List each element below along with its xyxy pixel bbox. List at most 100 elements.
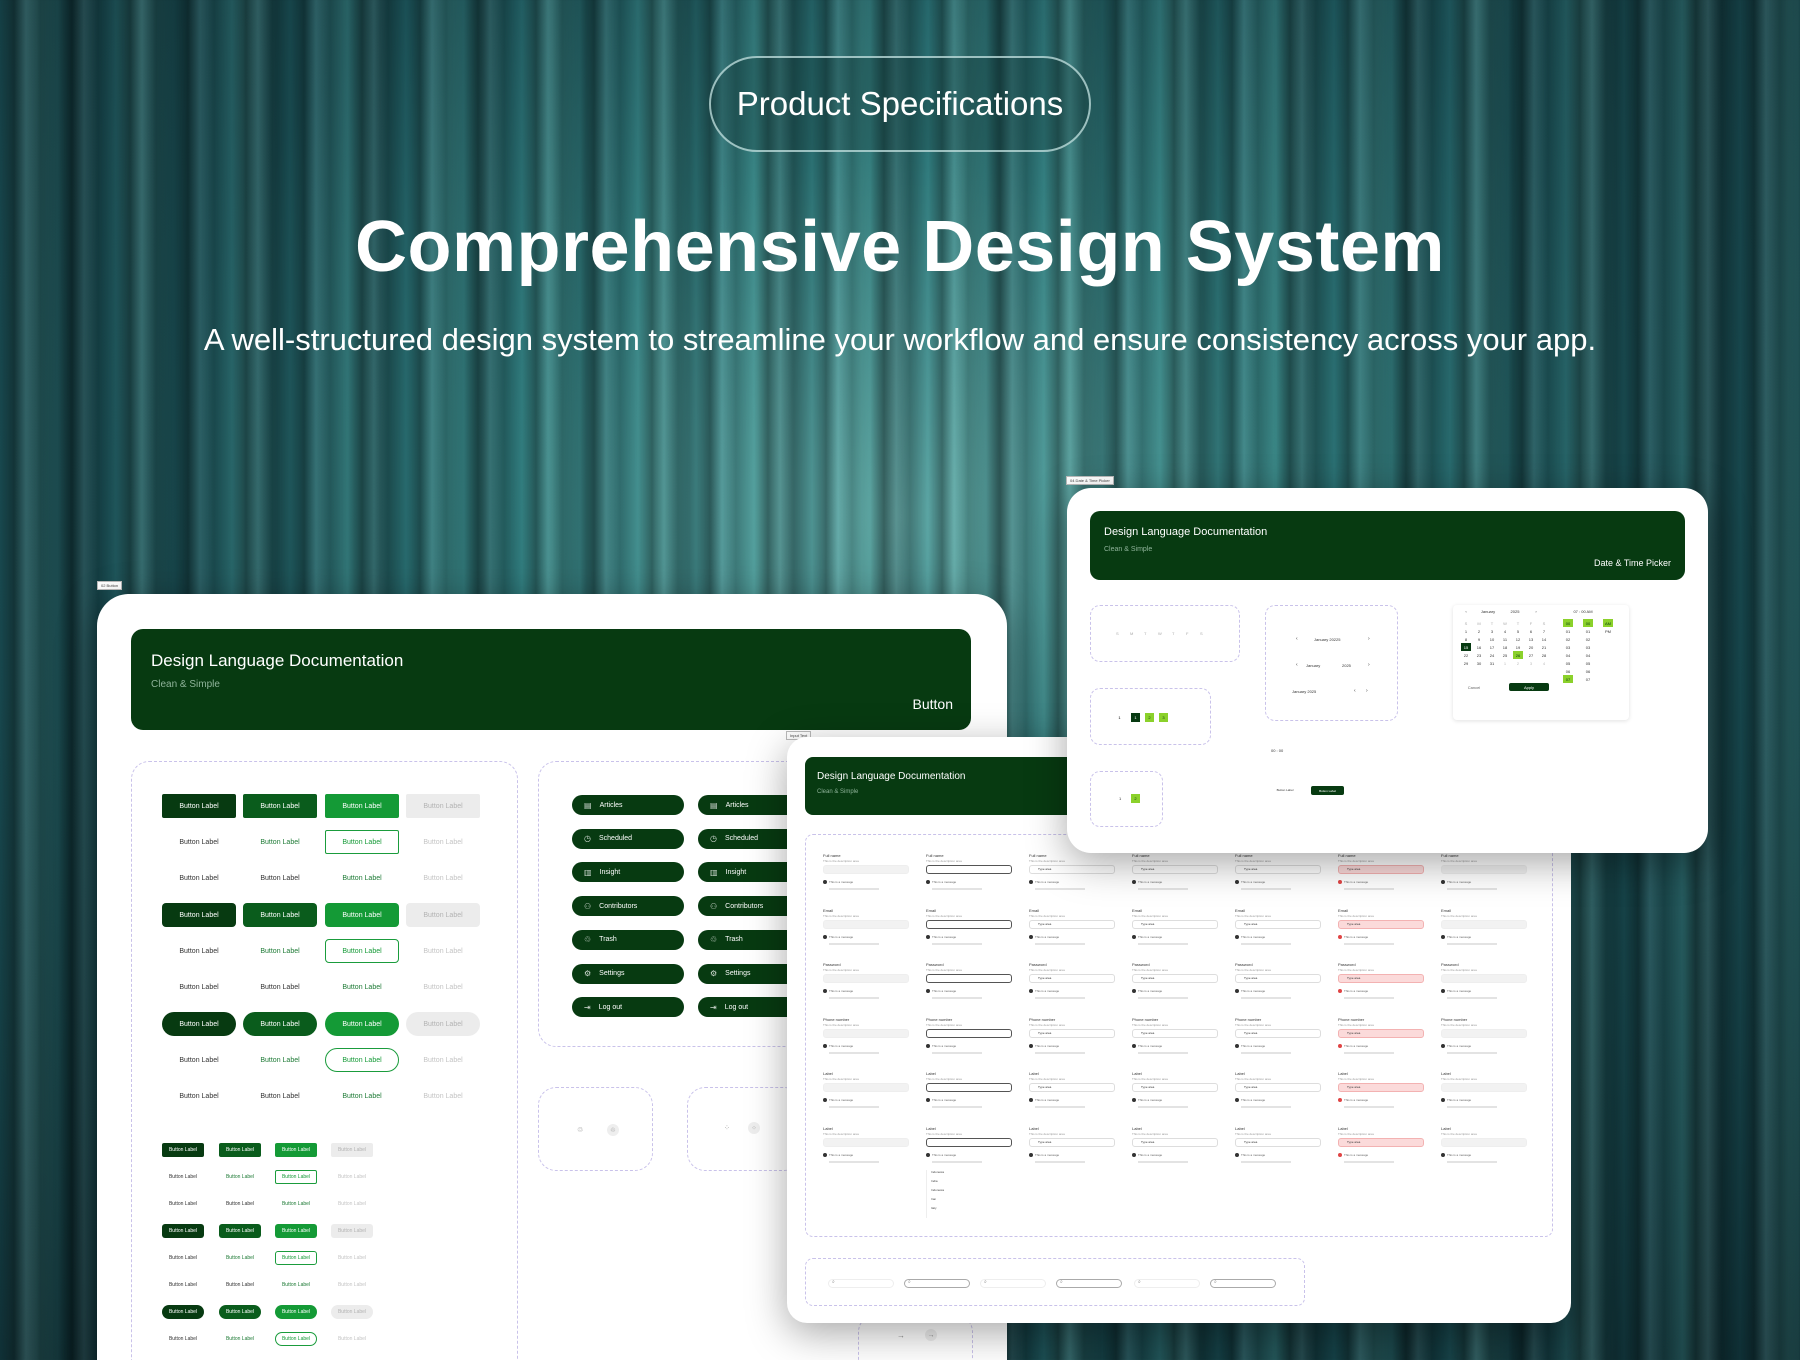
pager-item[interactable]: 1 xyxy=(1115,713,1124,722)
text-input[interactable] xyxy=(926,1137,1012,1147)
cancel-button[interactable]: Cancel xyxy=(1461,683,1487,691)
day-cell[interactable]: 31 xyxy=(1487,659,1497,667)
day-cell[interactable]: 27 xyxy=(1526,651,1536,659)
button-ghost-1-3[interactable]: Button Label xyxy=(406,975,480,999)
minute-cell[interactable]: 00 xyxy=(1583,619,1593,627)
pager-small-1[interactable]: 1 xyxy=(1119,796,1121,801)
day-cell[interactable]: 1 xyxy=(1500,659,1510,667)
text-input[interactable] xyxy=(823,1137,909,1147)
day-cell[interactable]: 13 xyxy=(1526,635,1536,643)
button-small-ghost-0-1[interactable]: Button Label xyxy=(219,1197,261,1211)
button-solid-0-3[interactable]: Button Label xyxy=(406,794,480,818)
button-ghost-2-2[interactable]: Button Label xyxy=(325,1084,399,1108)
button-solid-1-0[interactable]: Button Label xyxy=(162,903,236,927)
prev-month-icon[interactable]: ‹ xyxy=(1461,607,1471,615)
month-select[interactable]: January xyxy=(1306,663,1320,668)
day-cell[interactable]: 17 xyxy=(1487,643,1497,651)
prev-icon-c[interactable]: ‹ xyxy=(1354,688,1356,694)
text-input[interactable]: Type area xyxy=(1338,974,1424,983)
dropdown-option[interactable]: Italy xyxy=(931,1206,937,1210)
text-input[interactable]: Type area xyxy=(1338,919,1424,929)
button-solid-2-1[interactable]: Button Label xyxy=(243,1012,317,1036)
nav-button-settings-0[interactable]: ⚙ Settings xyxy=(572,963,684,984)
dropdown-option[interactable]: Indonesia xyxy=(931,1170,944,1174)
text-input[interactable] xyxy=(823,1083,909,1092)
button-ghost-1-1[interactable]: Button Label xyxy=(243,975,317,999)
day-cell[interactable]: 5 xyxy=(1513,627,1523,635)
day-cell[interactable]: 15 xyxy=(1461,643,1471,651)
button-solid-1-2[interactable]: Button Label xyxy=(325,903,399,927)
ghost-button[interactable]: Button Label xyxy=(1270,785,1300,795)
minute-cell[interactable]: 05 xyxy=(1583,659,1593,667)
day-cell[interactable]: 20 xyxy=(1526,643,1536,651)
text-input[interactable]: Type area xyxy=(1029,974,1115,983)
text-input[interactable] xyxy=(1441,919,1527,929)
text-input[interactable]: Type area xyxy=(1029,1028,1115,1038)
text-input[interactable] xyxy=(823,974,909,983)
text-input[interactable]: Type area xyxy=(1132,1083,1218,1092)
text-input[interactable] xyxy=(1441,1083,1527,1092)
text-input[interactable]: Type area xyxy=(1338,1028,1424,1038)
button-small-solid-2-0[interactable]: Button Label xyxy=(162,1305,204,1319)
hour-cell[interactable]: 05 xyxy=(1563,659,1573,667)
button-small-outline-0-1[interactable]: Button Label xyxy=(219,1170,261,1184)
button-solid-1-1[interactable]: Button Label xyxy=(243,903,317,927)
text-input[interactable] xyxy=(823,1028,909,1038)
day-cell[interactable]: 7 xyxy=(1539,627,1549,635)
next-icon-c[interactable]: › xyxy=(1366,688,1368,694)
minute-cell[interactable]: 07 xyxy=(1583,675,1593,683)
button-small-outline-2-1[interactable]: Button Label xyxy=(219,1332,261,1346)
day-cell[interactable]: 16 xyxy=(1474,643,1484,651)
button-small-solid-0-2[interactable]: Button Label xyxy=(275,1143,317,1157)
button-small-solid-0-3[interactable]: Button Label xyxy=(331,1143,373,1157)
button-small-outline-2-3[interactable]: Button Label xyxy=(331,1332,373,1346)
next-month-icon[interactable]: › xyxy=(1531,607,1541,615)
button-outline-2-0[interactable]: Button Label xyxy=(162,1048,236,1072)
search-input-0[interactable]: ⌕ xyxy=(828,1279,894,1288)
day-cell[interactable]: 6 xyxy=(1526,627,1536,635)
button-small-outline-1-1[interactable]: Button Label xyxy=(219,1251,261,1265)
minute-cell[interactable]: 06 xyxy=(1583,667,1593,675)
text-input[interactable]: Type area xyxy=(1338,1083,1424,1092)
nav-button-trash-0[interactable]: ♲ Trash xyxy=(572,929,684,950)
button-small-outline-1-2[interactable]: Button Label xyxy=(275,1251,317,1265)
button-small-outline-1-0[interactable]: Button Label xyxy=(162,1251,204,1265)
button-ghost-0-1[interactable]: Button Label xyxy=(243,866,317,890)
hour-cell[interactable]: 04 xyxy=(1563,651,1573,659)
hour-cell[interactable]: 03 xyxy=(1563,643,1573,651)
day-cell[interactable]: 29 xyxy=(1461,659,1471,667)
button-small-solid-0-0[interactable]: Button Label xyxy=(162,1143,204,1157)
pager-small-2[interactable]: 2 xyxy=(1131,794,1140,803)
search-input-5[interactable]: ⌕ xyxy=(1210,1279,1276,1288)
day-cell[interactable]: 11 xyxy=(1500,635,1510,643)
button-outline-0-3[interactable]: Button Label xyxy=(406,830,480,854)
day-cell[interactable]: 10 xyxy=(1487,635,1497,643)
minute-cell[interactable]: 02 xyxy=(1583,635,1593,643)
minute-cell[interactable]: 03 xyxy=(1583,643,1593,651)
text-input[interactable]: Type area xyxy=(1235,865,1321,874)
day-cell[interactable]: 22 xyxy=(1461,651,1471,659)
text-input[interactable] xyxy=(926,974,1012,983)
text-input[interactable] xyxy=(1441,865,1527,874)
button-ghost-0-0[interactable]: Button Label xyxy=(162,866,236,890)
hour-cell[interactable]: 00 xyxy=(1563,619,1573,627)
button-small-outline-0-2[interactable]: Button Label xyxy=(275,1170,317,1184)
solid-button[interactable]: Button Label xyxy=(1311,786,1344,795)
day-cell[interactable]: 4 xyxy=(1500,627,1510,635)
day-cell[interactable]: 18 xyxy=(1500,643,1510,651)
button-outline-2-1[interactable]: Button Label xyxy=(243,1048,317,1072)
day-cell[interactable]: 2 xyxy=(1513,659,1523,667)
text-input[interactable] xyxy=(926,1083,1012,1092)
hour-cell[interactable]: 06 xyxy=(1563,667,1573,675)
text-input[interactable] xyxy=(926,865,1012,874)
button-outline-2-2[interactable]: Button Label xyxy=(325,1048,399,1072)
text-input[interactable]: Type area xyxy=(1235,1137,1321,1147)
day-cell[interactable]: 23 xyxy=(1474,651,1484,659)
text-input[interactable]: Type area xyxy=(1235,1083,1321,1092)
button-small-outline-0-3[interactable]: Button Label xyxy=(331,1170,373,1184)
text-input[interactable] xyxy=(1441,974,1527,983)
button-small-solid-1-2[interactable]: Button Label xyxy=(275,1224,317,1238)
button-ghost-0-3[interactable]: Button Label xyxy=(406,866,480,890)
prev-icon-b[interactable]: ‹ xyxy=(1296,662,1298,668)
next-icon[interactable]: › xyxy=(1368,636,1370,642)
